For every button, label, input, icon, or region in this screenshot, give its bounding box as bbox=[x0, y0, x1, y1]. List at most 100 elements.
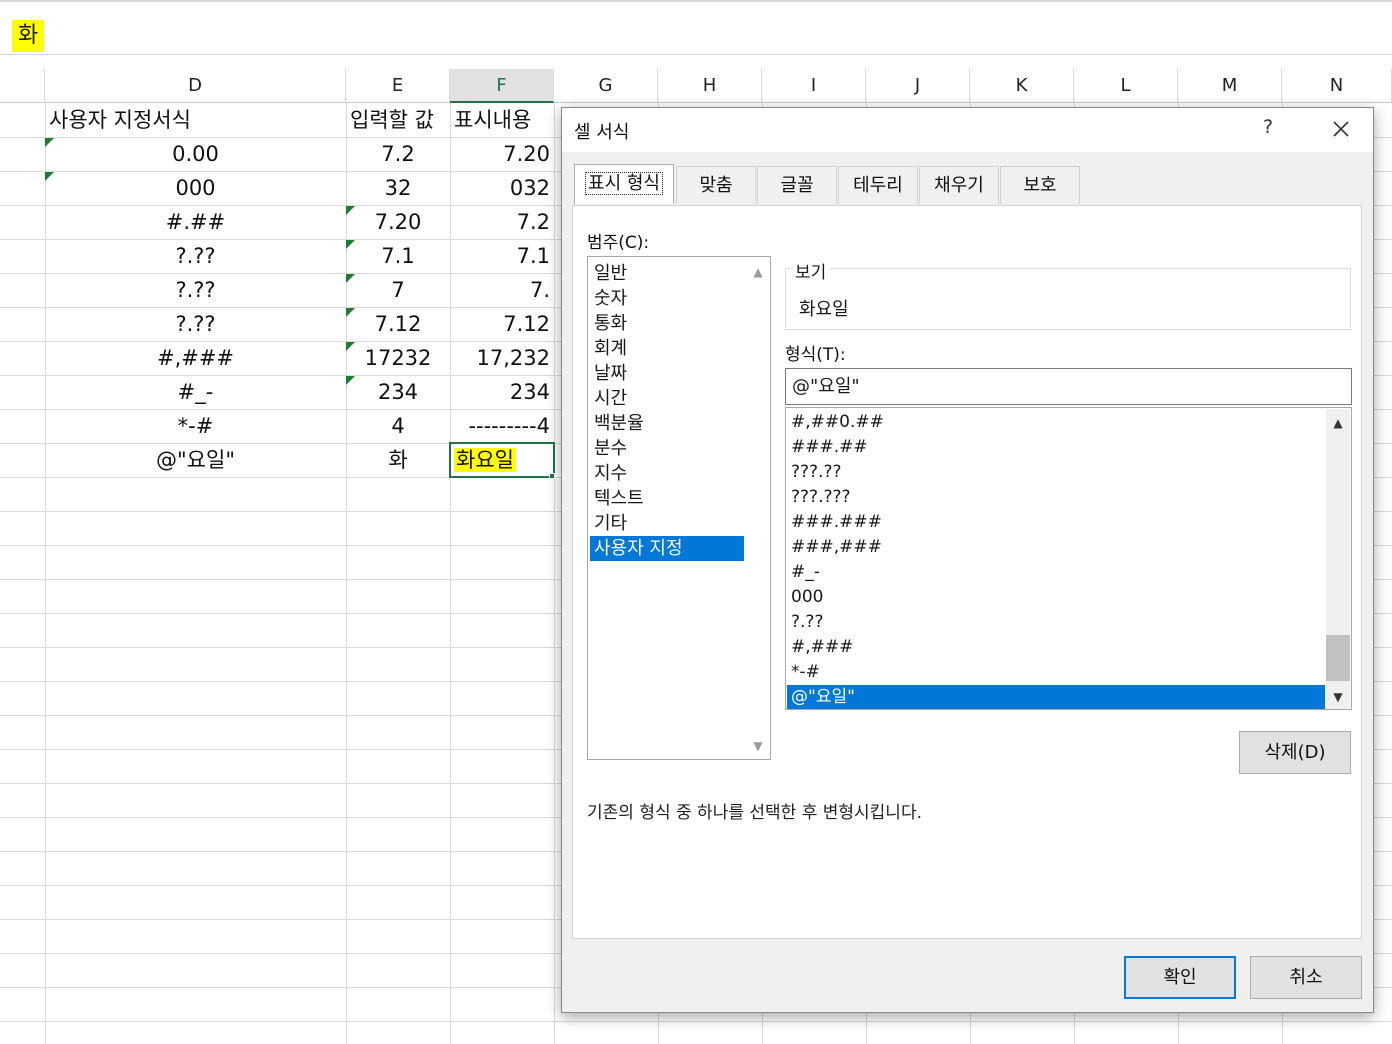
cell-e7[interactable]: 7.12 bbox=[346, 307, 450, 341]
cell-d9[interactable]: #_- bbox=[45, 375, 346, 409]
cell-d7[interactable]: ?.?? bbox=[45, 307, 346, 341]
category-item[interactable]: 날짜 bbox=[590, 361, 744, 386]
category-scrollbar[interactable]: ▲ ▼ bbox=[746, 258, 770, 758]
cell-e1[interactable]: 입력할 값 bbox=[346, 103, 450, 137]
column-header-e[interactable]: E bbox=[346, 69, 450, 103]
cell-e11[interactable]: 화 bbox=[346, 443, 450, 477]
scroll-up-icon[interactable]: ▲ bbox=[746, 262, 770, 282]
category-item[interactable]: 회계 bbox=[590, 336, 744, 361]
column-header-j[interactable]: J bbox=[866, 69, 970, 103]
cell-d3[interactable]: 000 bbox=[45, 171, 346, 205]
type-label: 형식(T): bbox=[785, 345, 846, 365]
category-item[interactable]: 지수 bbox=[590, 461, 744, 486]
scroll-up-icon[interactable]: ▲ bbox=[1326, 413, 1350, 433]
column-header-l[interactable]: L bbox=[1074, 69, 1178, 103]
scrollbar-thumb[interactable] bbox=[1326, 635, 1350, 681]
cell-f8[interactable]: 17,232 bbox=[450, 341, 554, 375]
column-header-f[interactable]: F bbox=[450, 69, 554, 103]
scroll-down-icon[interactable]: ▼ bbox=[746, 736, 770, 756]
column-header-m[interactable]: M bbox=[1178, 69, 1282, 103]
cell-d2[interactable]: 0.00 bbox=[45, 137, 346, 171]
format-item[interactable]: ???.??? bbox=[787, 485, 1325, 510]
tab-font[interactable]: 글꼴 bbox=[757, 166, 837, 204]
format-item[interactable]: 000 bbox=[787, 585, 1325, 610]
cell-e9[interactable]: 234 bbox=[346, 375, 450, 409]
format-item[interactable]: #,##0.## bbox=[787, 410, 1325, 435]
formula-bar-value[interactable]: 화 bbox=[12, 20, 45, 52]
column-header-n[interactable]: N bbox=[1282, 69, 1392, 103]
cell-e5[interactable]: 7.1 bbox=[346, 239, 450, 273]
fill-handle[interactable] bbox=[549, 473, 555, 479]
dialog-title: 셀 서식 bbox=[574, 122, 630, 143]
tab-number[interactable]: 표시 형식 bbox=[574, 164, 674, 204]
tab-alignment[interactable]: 맞춤 bbox=[676, 166, 756, 204]
category-item[interactable]: 숫자 bbox=[590, 286, 744, 311]
category-item-custom[interactable]: 사용자 지정 bbox=[590, 536, 744, 561]
category-item[interactable]: 텍스트 bbox=[590, 486, 744, 511]
category-item[interactable]: 백분율 bbox=[590, 411, 744, 436]
cell-d8[interactable]: #,### bbox=[45, 341, 346, 375]
column-header-g[interactable]: G bbox=[554, 69, 658, 103]
category-list[interactable]: 일반 숫자 통화 회계 날짜 시간 백분율 분수 지수 텍스트 기타 사용자 지… bbox=[587, 256, 771, 760]
cell-d10[interactable]: *-# bbox=[45, 409, 346, 443]
format-item[interactable]: ###,### bbox=[787, 535, 1325, 560]
cancel-button[interactable]: 취소 bbox=[1250, 956, 1362, 999]
format-item[interactable]: #,### bbox=[787, 635, 1325, 660]
category-item[interactable]: 통화 bbox=[590, 311, 744, 336]
tab-panel: 범주(C): 일반 숫자 통화 회계 날짜 시간 백분율 분수 지수 텍스트 기… bbox=[572, 205, 1362, 939]
cell-d1[interactable]: 사용자 지정서식 bbox=[45, 103, 346, 137]
scroll-down-icon[interactable]: ▼ bbox=[1326, 687, 1350, 707]
format-item[interactable]: ?.?? bbox=[787, 610, 1325, 635]
cell-f2[interactable]: 7.20 bbox=[450, 137, 554, 171]
error-indicator bbox=[45, 172, 54, 181]
cell-f9[interactable]: 234 bbox=[450, 375, 554, 409]
format-scrollbar[interactable]: ▲ ▼ bbox=[1326, 409, 1350, 709]
format-item[interactable]: *-# bbox=[787, 660, 1325, 685]
cell-f7[interactable]: 7.12 bbox=[450, 307, 554, 341]
sample-label: 보기 bbox=[791, 258, 831, 283]
cell-e3[interactable]: 32 bbox=[346, 171, 450, 205]
category-item[interactable]: 기타 bbox=[590, 511, 744, 536]
format-list[interactable]: #,##0.## ###.## ???.?? ???.??? ###.### #… bbox=[785, 407, 1352, 710]
cell-f10[interactable]: ---------4 bbox=[450, 409, 554, 443]
cell-d4[interactable]: #.## bbox=[45, 205, 346, 239]
tab-fill[interactable]: 채우기 bbox=[919, 166, 999, 204]
format-item[interactable]: ???.?? bbox=[787, 460, 1325, 485]
cell-f4[interactable]: 7.2 bbox=[450, 205, 554, 239]
delete-button[interactable]: 삭제(D) bbox=[1239, 731, 1351, 774]
cell-e10[interactable]: 4 bbox=[346, 409, 450, 443]
row-header-corner[interactable] bbox=[0, 69, 45, 103]
cell-e2[interactable]: 7.2 bbox=[346, 137, 450, 171]
error-indicator bbox=[45, 138, 54, 147]
tab-protection[interactable]: 보호 bbox=[1000, 166, 1080, 204]
format-item[interactable]: ###.## bbox=[787, 435, 1325, 460]
help-button[interactable]: ? bbox=[1256, 116, 1280, 144]
category-item[interactable]: 분수 bbox=[590, 436, 744, 461]
cell-f5[interactable]: 7.1 bbox=[450, 239, 554, 273]
cell-d6[interactable]: ?.?? bbox=[45, 273, 346, 307]
tab-border[interactable]: 테두리 bbox=[838, 166, 918, 204]
type-input[interactable]: @"요일" bbox=[785, 368, 1352, 405]
format-item[interactable]: #_- bbox=[787, 560, 1325, 585]
cell-e4[interactable]: 7.20 bbox=[346, 205, 450, 239]
dialog-titlebar[interactable]: 셀 서식 ? bbox=[562, 108, 1373, 152]
cell-f6[interactable]: 7. bbox=[450, 273, 554, 307]
column-header-k[interactable]: K bbox=[970, 69, 1074, 103]
cell-d11[interactable]: @"요일" bbox=[45, 443, 346, 477]
cell-e8[interactable]: 17232 bbox=[346, 341, 450, 375]
formula-bar[interactable]: 화 bbox=[0, 0, 1392, 55]
category-item[interactable]: 시간 bbox=[590, 386, 744, 411]
column-header-i[interactable]: I bbox=[762, 69, 866, 103]
column-header-d[interactable]: D bbox=[45, 69, 346, 103]
format-item-selected[interactable]: @"요일" bbox=[787, 685, 1325, 709]
column-header-h[interactable]: H bbox=[658, 69, 762, 103]
error-indicator bbox=[346, 206, 355, 215]
close-icon[interactable] bbox=[1326, 114, 1356, 144]
format-item[interactable]: ###.### bbox=[787, 510, 1325, 535]
cell-d5[interactable]: ?.?? bbox=[45, 239, 346, 273]
ok-button[interactable]: 확인 bbox=[1124, 956, 1236, 999]
cell-f1[interactable]: 표시내용 bbox=[450, 103, 554, 137]
cell-e6[interactable]: 7 bbox=[346, 273, 450, 307]
cell-f3[interactable]: 032 bbox=[450, 171, 554, 205]
category-item[interactable]: 일반 bbox=[590, 261, 744, 286]
